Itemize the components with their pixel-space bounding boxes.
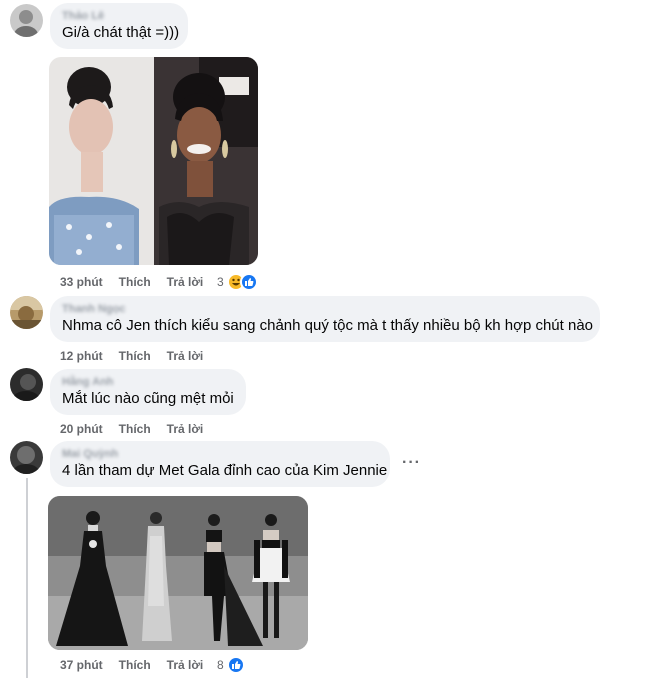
like-button[interactable]: Thích <box>119 348 151 364</box>
comment-bubble: Thảo Lê Gi/à chát thật =))) <box>50 3 188 49</box>
comment-text: Mắt lúc nào cũng mệt mỏi <box>62 390 234 407</box>
avatar[interactable] <box>10 296 43 329</box>
comment-time[interactable]: 12 phút <box>60 348 103 364</box>
comment-time[interactable]: 20 phút <box>60 421 103 437</box>
comment-actions: 20 phút Thích Trả lời <box>60 421 203 437</box>
comment-bubble: Thanh Ngọc Nhma cô Jen thích kiểu sang c… <box>50 296 600 342</box>
comment-author[interactable]: Mai Quỳnh <box>62 447 378 461</box>
comment-actions: 37 phút Thích Trả lời <box>60 657 203 673</box>
comment-photo[interactable] <box>49 57 258 265</box>
comment-actions: 12 phút Thích Trả lời <box>60 348 203 364</box>
comment-bubble: Hằng Anh Mắt lúc nào cũng mệt mỏi <box>50 369 246 415</box>
avatar[interactable] <box>10 368 43 401</box>
comment-bubble: Mai Quỳnh 4 lần tham dự Met Gala đỉnh ca… <box>50 441 390 487</box>
reply-button[interactable]: Trả lời <box>167 274 204 290</box>
comment-author[interactable]: Thanh Ngọc <box>62 302 588 316</box>
like-button[interactable]: Thích <box>119 274 151 290</box>
comment-time[interactable]: 33 phút <box>60 274 103 290</box>
comment-text: Nhma cô Jen thích kiểu sang chảnh quý tộ… <box>62 317 593 334</box>
comment-author[interactable]: Hằng Anh <box>62 375 234 389</box>
like-button[interactable]: Thích <box>119 421 151 437</box>
avatar[interactable] <box>10 4 43 37</box>
reaction-count: 8 <box>217 658 224 672</box>
like-button[interactable]: Thích <box>119 657 151 673</box>
comment-text: 4 lần tham dự Met Gala đỉnh cao của Kim … <box>62 462 388 479</box>
reaction-count: 3 <box>217 275 224 289</box>
reaction-summary[interactable]: 3 <box>217 273 258 291</box>
comment-author[interactable]: Thảo Lê <box>62 9 176 23</box>
reply-button[interactable]: Trả lời <box>167 348 204 364</box>
reply-button[interactable]: Trả lời <box>167 421 204 437</box>
reply-button[interactable]: Trả lời <box>167 657 204 673</box>
like-reaction-icon <box>239 273 258 291</box>
more-options-icon[interactable]: ··· <box>402 454 421 472</box>
thread-line <box>26 478 28 678</box>
reaction-summary[interactable]: 8 <box>217 656 245 674</box>
comment-actions: 33 phút Thích Trả lời <box>60 274 203 290</box>
like-reaction-icon <box>226 656 245 674</box>
comment-time[interactable]: 37 phút <box>60 657 103 673</box>
comment-photo[interactable] <box>48 496 308 650</box>
avatar[interactable] <box>10 441 43 474</box>
comment-text: Gi/à chát thật =))) <box>62 24 180 41</box>
